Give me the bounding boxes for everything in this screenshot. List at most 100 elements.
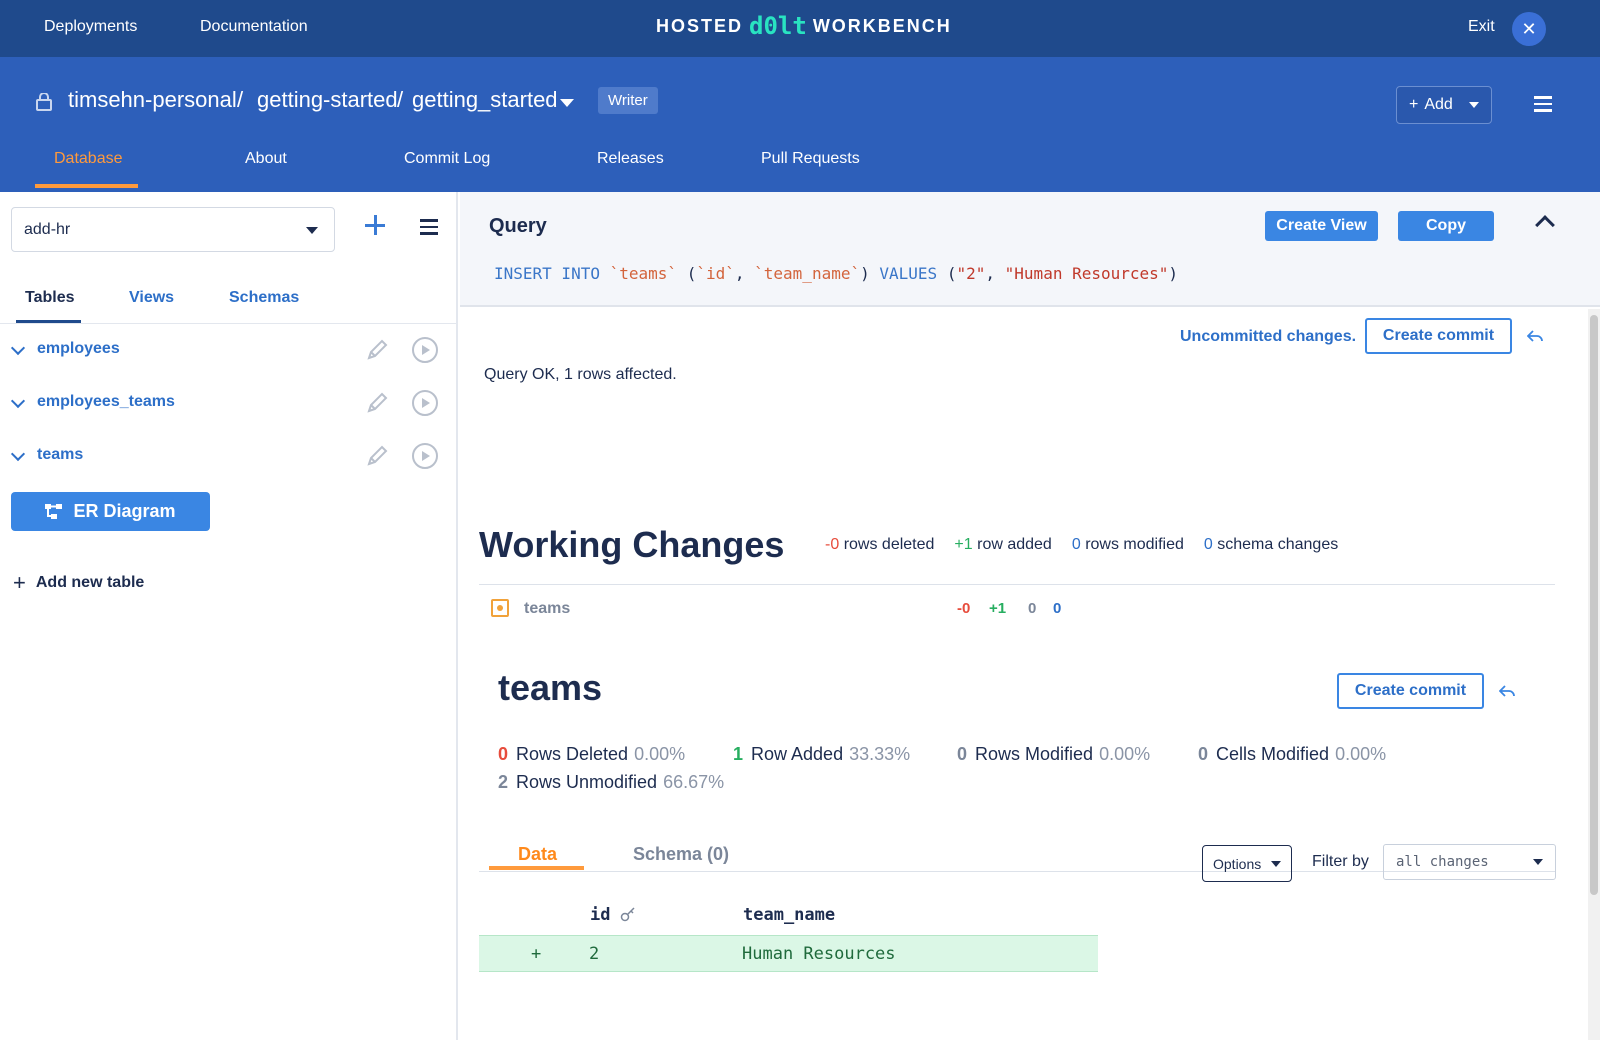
chevron-down-icon[interactable] [10, 393, 26, 409]
tab-pull-requests[interactable]: Pull Requests [761, 150, 860, 168]
menu-icon[interactable] [420, 219, 438, 239]
filter-select[interactable]: all changes [1383, 844, 1556, 880]
stat-number: 0 [1203, 536, 1213, 553]
pencil-icon[interactable] [364, 337, 390, 363]
stat-label: Row Added [751, 744, 844, 764]
play-icon[interactable] [412, 443, 438, 469]
schema-count: 0 [1053, 600, 1062, 617]
table-list-item[interactable]: employees [0, 331, 456, 371]
table-list-item[interactable]: teams [0, 437, 456, 477]
changed-table-name[interactable]: teams [524, 600, 570, 618]
query-status: Query OK, 1 rows affected. [484, 366, 677, 383]
stat-percent: 66.67% [663, 772, 725, 792]
plus-icon: + [13, 570, 26, 595]
tab-commit-log[interactable]: Commit Log [404, 150, 490, 168]
table-row[interactable]: + 2 Human Resources [479, 935, 1098, 972]
sidebar: add-hr Tables Views Schemas employees em… [0, 192, 458, 1040]
deployments-link[interactable]: Deployments [44, 18, 137, 36]
key-icon [620, 907, 635, 922]
filter-value: all changes [1396, 854, 1489, 870]
table-list-item[interactable]: employees_teams [0, 384, 456, 424]
active-tab-indicator [489, 866, 584, 870]
breadcrumb-owner[interactable]: timsehn-personal [68, 87, 237, 113]
table-name[interactable]: employees [37, 340, 120, 358]
chevron-up-icon[interactable] [1535, 215, 1555, 235]
sql-editor[interactable]: INSERT INTO `teams` (`id`, `team_name`) … [494, 264, 1178, 283]
plus-icon[interactable] [364, 214, 386, 236]
rows-deleted-summary: 0 Rows Deleted 0.00% [498, 744, 685, 765]
chevron-down-icon[interactable] [10, 446, 26, 462]
plus-icon: + [1409, 96, 1419, 113]
play-icon[interactable] [412, 390, 438, 416]
tab-releases[interactable]: Releases [597, 150, 664, 168]
chevron-down-icon [1271, 860, 1282, 867]
breadcrumb-separator: / [237, 87, 244, 112]
breadcrumb-database[interactable]: getting_started [412, 87, 558, 113]
undo-icon[interactable] [1527, 330, 1543, 344]
branch-name: add-hr [24, 221, 71, 238]
rows-deleted-stat: -0 rows deleted [825, 536, 934, 554]
sql-punct: ) [1168, 264, 1179, 283]
tab-data[interactable]: Data [518, 844, 557, 865]
breadcrumb-deployment[interactable]: getting-started [257, 87, 398, 113]
options-label: Options [1213, 855, 1262, 872]
options-dropdown[interactable]: Options [1202, 845, 1292, 882]
menu-icon[interactable] [1534, 96, 1552, 116]
add-new-table-label: Add new table [35, 574, 145, 591]
branch-selector[interactable]: add-hr [11, 207, 335, 252]
pencil-icon[interactable] [364, 390, 390, 416]
create-commit-button[interactable]: Create commit [1365, 318, 1512, 354]
checkbox[interactable] [491, 599, 509, 617]
stat-number: -0 [825, 536, 840, 553]
table-name[interactable]: employees_teams [37, 393, 175, 411]
cell-team-name: Human Resources [742, 944, 896, 964]
role-badge: Writer [598, 87, 658, 114]
create-commit-button[interactable]: Create commit [1337, 673, 1484, 709]
tab-views[interactable]: Views [129, 289, 174, 307]
tab-schemas[interactable]: Schemas [229, 289, 299, 307]
stat-number: +1 [954, 536, 973, 553]
tab-about[interactable]: About [245, 150, 287, 168]
query-panel: Query Create View Copy INSERT INTO `team… [460, 192, 1600, 307]
chevron-down-icon[interactable] [560, 99, 574, 107]
create-view-button[interactable]: Create View [1265, 211, 1378, 241]
scrollbar-thumb[interactable] [1590, 315, 1598, 895]
chevron-down-icon[interactable] [10, 340, 26, 356]
sql-identifier: `id` [696, 264, 735, 283]
add-button-label: Add [1424, 96, 1453, 113]
brand-logo[interactable]: HOSTED d0lt WORKBENCH [656, 12, 952, 40]
stat-label: rows deleted [843, 536, 935, 553]
add-new-table-button[interactable]: + Add new table [13, 570, 144, 596]
tab-schema[interactable]: Schema (0) [633, 844, 729, 865]
divider [479, 584, 1555, 585]
sql-identifier: `teams` [609, 264, 678, 283]
chevron-down-icon [306, 227, 318, 234]
brand-hosted: HOSTED [656, 15, 744, 36]
play-icon[interactable] [412, 337, 438, 363]
uncommitted-changes-link[interactable]: Uncommitted changes. [1180, 328, 1356, 346]
tab-database[interactable]: Database [54, 150, 123, 168]
undo-icon[interactable] [1499, 685, 1515, 699]
copy-button[interactable]: Copy [1398, 211, 1494, 241]
breadcrumb-separator: / [397, 87, 404, 112]
tab-tables[interactable]: Tables [25, 289, 75, 307]
scrollbar[interactable] [1588, 309, 1600, 1040]
documentation-link[interactable]: Documentation [200, 18, 308, 36]
close-icon[interactable]: ✕ [1512, 12, 1546, 46]
stat-label: Cells Modified [1216, 744, 1330, 764]
chevron-down-icon [1468, 102, 1479, 108]
schema-changes-stat: 0 schema changes [1204, 536, 1338, 554]
changed-table-row[interactable]: teams -0 +1 0 0 [479, 594, 1555, 624]
exit-label[interactable]: Exit [1468, 18, 1495, 36]
sql-string: "Human Resources" [1004, 264, 1169, 283]
cells-modified-summary: 0 Cells Modified 0.00% [1198, 744, 1386, 765]
cell-id: 2 [589, 944, 600, 964]
stat-number: 2 [498, 772, 509, 792]
stat-number: 0 [957, 744, 968, 764]
table-name[interactable]: teams [37, 446, 83, 464]
er-diagram-button[interactable]: ER Diagram [11, 492, 210, 531]
stat-label: row added [977, 536, 1052, 553]
stat-label: Rows Unmodified [516, 772, 658, 792]
add-button[interactable]: + Add [1396, 86, 1492, 124]
pencil-icon[interactable] [364, 443, 390, 469]
